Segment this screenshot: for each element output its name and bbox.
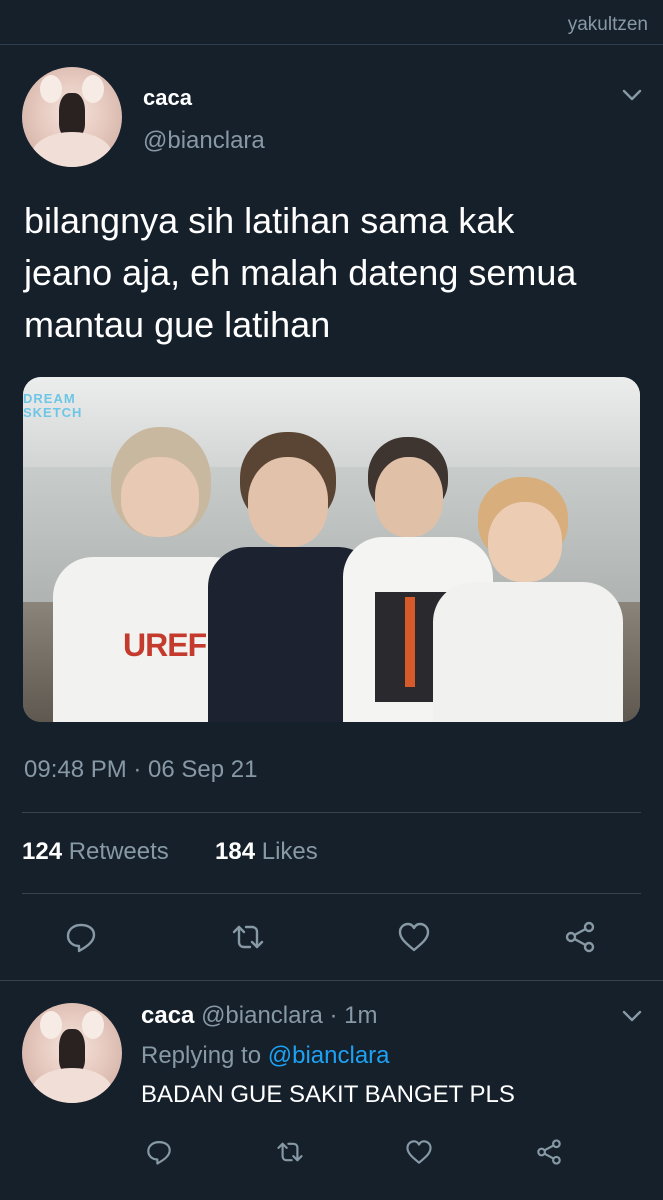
share-icon[interactable]	[535, 1138, 563, 1166]
display-name[interactable]: caca	[143, 85, 192, 111]
replying-prefix: Replying to	[141, 1042, 262, 1069]
divider	[22, 893, 641, 894]
tweet-text-line: mantau gue latihan	[24, 304, 331, 345]
retweet-icon[interactable]	[231, 920, 265, 954]
likes-stat[interactable]: 184 Likes	[215, 838, 318, 866]
user-handle[interactable]: @bianclara	[143, 127, 265, 155]
reply-icon[interactable]	[145, 1138, 173, 1166]
tweet-text-line: jeano aja, eh malah dateng semua	[24, 252, 577, 293]
chevron-down-icon[interactable]	[621, 84, 643, 106]
watermark: yakultzen	[567, 14, 648, 35]
tweet-text-line: bilangnya sih latihan sama kak	[24, 200, 515, 241]
tweet-text: bilangnya sih latihan sama kak jeano aja…	[24, 195, 644, 351]
retweet-icon[interactable]	[276, 1138, 304, 1166]
retweets-label: Retweets	[68, 838, 169, 865]
tweet-separator	[0, 980, 663, 981]
divider	[22, 812, 641, 813]
media-logo: DREAM SKETCH	[23, 391, 83, 420]
separator-dot: ·	[329, 1002, 338, 1029]
reply-icon[interactable]	[64, 920, 98, 954]
reply-header: caca @bianclara · 1m	[141, 1002, 378, 1030]
avatar[interactable]	[22, 67, 122, 167]
shirt-text: UREF	[123, 627, 207, 663]
retweets-count: 124	[22, 838, 63, 865]
chevron-down-icon[interactable]	[621, 1005, 643, 1027]
tweet-media-image[interactable]: DREAM SKETCH UREF	[23, 377, 640, 722]
likes-count: 184	[215, 838, 256, 865]
reply-handle[interactable]: @bianclara	[201, 1002, 323, 1029]
top-divider	[0, 44, 663, 45]
replying-to: Replying to @bianclara	[141, 1042, 390, 1070]
person-figure	[433, 477, 623, 722]
reply-time: 1m	[344, 1002, 378, 1029]
share-icon[interactable]	[563, 920, 597, 954]
avatar[interactable]	[22, 1003, 122, 1103]
tweet-timestamp[interactable]: 09:48 PM · 06 Sep 21	[24, 756, 257, 784]
like-icon[interactable]	[397, 920, 431, 954]
like-icon[interactable]	[405, 1138, 433, 1166]
reply-display-name[interactable]: caca	[141, 1002, 194, 1029]
reply-text: BADAN GUE SAKIT BANGET PLS	[141, 1081, 515, 1108]
retweets-stat[interactable]: 124 Retweets	[22, 838, 169, 866]
likes-label: Likes	[261, 838, 318, 865]
replying-mention-link[interactable]: @bianclara	[268, 1042, 390, 1069]
